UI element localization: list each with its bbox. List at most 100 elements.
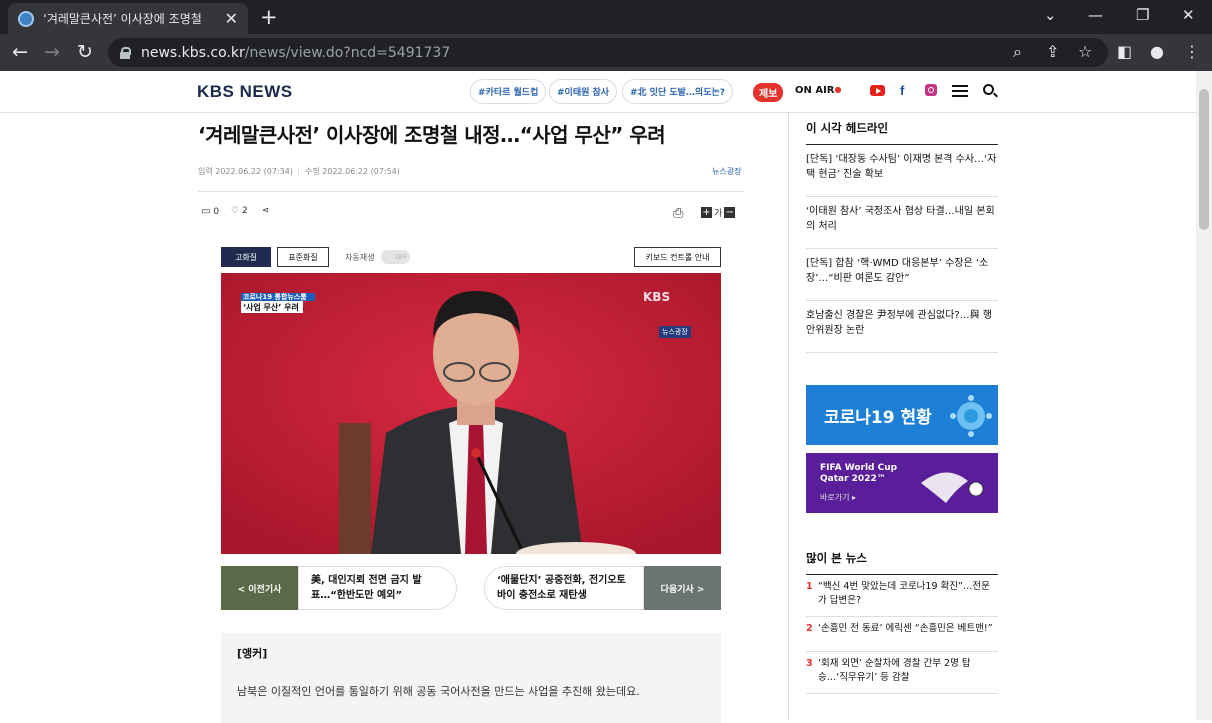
meta-divider: | xyxy=(297,166,300,175)
video-player[interactable]: 코로나19 통합뉴스룸 ‘사업 무산’ 우려 KBS 뉴스광장 xyxy=(221,273,721,554)
share-icon: ⋖ xyxy=(262,206,270,216)
headline-item[interactable]: [단독] 합참 ‘핵·WMD 대응본부’ 수장은 ‘소장’…“비판 여론도 감안… xyxy=(806,249,998,301)
popular-section-title: 많이 본 뉴스 xyxy=(806,550,998,575)
font-size-control: + 가 − xyxy=(701,206,736,219)
forward-icon[interactable]: → xyxy=(44,41,60,63)
like-count: 2 xyxy=(241,206,248,216)
reload-icon[interactable]: ↻ xyxy=(77,41,93,63)
kbs-favicon-icon xyxy=(18,10,34,27)
share-icon[interactable]: ⇪ xyxy=(1046,42,1059,61)
instagram-icon[interactable] xyxy=(925,84,937,96)
youtube-icon[interactable] xyxy=(870,85,885,96)
close-window-icon[interactable]: ✕ xyxy=(1182,6,1195,24)
prev-article-link[interactable]: < 이전기사 美, 대인지뢰 전면 금지 발표…“한반도만 예외” xyxy=(221,566,457,610)
popular-item[interactable]: 1 “백신 4번 맞았는데 코로나19 확진”…전문가 답변은? xyxy=(806,575,998,617)
hamburger-menu-icon[interactable] xyxy=(952,85,968,97)
report-button[interactable]: 제보 xyxy=(753,83,784,102)
prev-thumb: < 이전기사 xyxy=(221,566,298,610)
kbs-news-logo[interactable]: KBS NEWS xyxy=(197,82,293,102)
headline-section-title: 이 시각 헤드라인 xyxy=(806,120,998,145)
headline-section: 이 시각 헤드라인 [단독] ‘대장동 수사팀’ 이재명 본격 수사…‘자택 현… xyxy=(806,120,998,353)
popular-section: 많이 본 뉴스 1 “백신 4번 맞았는데 코로나19 확진”…전문가 답변은?… xyxy=(806,550,998,694)
browser-tab[interactable]: ‘겨레말큰사전’ 이사장에 조명철 ✕ xyxy=(8,3,248,34)
profile-icon[interactable]: ● xyxy=(1150,42,1164,61)
video-caption-main: ‘사업 무산’ 우려 xyxy=(243,303,299,312)
headline-item[interactable]: [단독] ‘대장동 수사팀’ 이재명 본격 수사…‘자택 현금’ 진술 확보 xyxy=(806,145,998,197)
edit-time: 수정 2022.06.22 (07:54) xyxy=(305,167,400,176)
keyboard-guide-button[interactable]: 키보드 컨트롤 안내 xyxy=(634,247,721,267)
video-program-badge: 뉴스광장 xyxy=(659,326,691,338)
virus-icon xyxy=(950,395,992,437)
new-tab-icon[interactable]: + xyxy=(260,5,278,29)
like-button[interactable]: ♡ 2 xyxy=(231,206,248,216)
program-category-link[interactable]: 뉴스광장 xyxy=(712,166,741,177)
prev-article-title: 美, 대인지뢰 전면 금지 발표…“한반도만 예외” xyxy=(298,566,457,610)
next-article-link[interactable]: ‘애물단지’ 공중전화, 전기오토바이 충전소로 재탄생 다음기사 > xyxy=(484,566,721,610)
side-panel-icon[interactable]: ◧ xyxy=(1117,42,1132,61)
input-time: 입력 2022.06.22 (07:34) xyxy=(198,167,293,176)
video-watermark: KBS xyxy=(643,290,671,304)
onair-label: ON AIR xyxy=(795,85,835,96)
more-menu-icon[interactable]: ⋮ xyxy=(1184,42,1200,61)
popular-text: ‘손흥민 전 동료’ 에릭센 “손흥민은 베트맨!” xyxy=(818,623,993,634)
back-icon[interactable]: ← xyxy=(12,41,28,63)
sq-button[interactable]: 표준화질 xyxy=(277,247,329,267)
comment-button[interactable]: ▭ 0 xyxy=(201,206,219,217)
tag-worldcup[interactable]: #카타르 월드컵 xyxy=(470,79,547,104)
url-host: news.kbs.co.kr xyxy=(141,44,245,61)
popular-item[interactable]: 2 ‘손흥민 전 동료’ 에릭센 “손흥민은 베트맨!” xyxy=(806,617,998,652)
hq-button[interactable]: 고화질 xyxy=(221,247,271,267)
meta-divider-line xyxy=(198,191,744,192)
site-header: KBS NEWS #카타르 월드컵 #이태원 참사 #北 잇단 도발…의도는? … xyxy=(0,71,1196,113)
close-tab-icon[interactable]: ✕ xyxy=(225,9,238,28)
share-button[interactable]: ⋖ xyxy=(262,206,270,216)
minimize-icon[interactable]: — xyxy=(1088,6,1103,24)
url-path: /news/view.do?ncd=5491737 xyxy=(244,44,451,61)
headline-item[interactable]: ‘이태원 참사’ 국정조사 협상 타결…내일 본회의 처리 xyxy=(806,197,998,249)
headline-item[interactable]: 호남출신 경찰은 尹정부에 관심없다?…與 행안위원장 논란 xyxy=(806,301,998,353)
bookmark-star-icon[interactable]: ☆ xyxy=(1078,42,1092,61)
popular-rank: 3 xyxy=(806,658,813,669)
fifa-worldcup-banner[interactable]: FIFA World Cup Qatar 2022™ 바로가기 ▸ xyxy=(806,453,998,513)
facebook-icon[interactable]: f xyxy=(900,83,904,98)
popular-item[interactable]: 3 ‘회재 외면’ 순찰차에 경찰 간부 2명 탑승…‘직무유기’ 등 감찰 xyxy=(806,652,998,694)
tab-search-icon[interactable]: ⌄ xyxy=(1044,6,1057,24)
covid-banner-text: 코로나19 현황 xyxy=(824,408,932,428)
browser-tab-bar: ‘겨레말큰사전’ 이사장에 조명철 ✕ + ⌄ — ❐ ✕ xyxy=(0,0,1212,34)
restore-icon[interactable]: ❐ xyxy=(1136,6,1149,24)
popular-text: ‘회재 외면’ 순찰차에 경찰 간부 2명 탑승…‘직무유기’ 등 감찰 xyxy=(818,658,971,683)
zoom-icon[interactable]: ⌕ xyxy=(1013,42,1022,62)
address-bar[interactable]: news.kbs.co.kr/news/view.do?ncd=5491737 xyxy=(108,38,1108,67)
video-caption-top: 코로나19 통합뉴스룸 xyxy=(243,293,307,301)
tag-north-korea[interactable]: #北 잇단 도발…의도는? xyxy=(622,79,733,104)
font-decrease-icon[interactable]: − xyxy=(724,207,736,218)
next-article-title: ‘애물단지’ 공중전화, 전기오토바이 충전소로 재탄생 xyxy=(484,566,644,610)
onair-dot-icon: ● xyxy=(834,85,842,94)
browser-toolbar: ← → ↻ news.kbs.co.kr/news/view.do?ncd=54… xyxy=(0,34,1212,71)
article-title: ‘겨레말큰사전’ 이사장에 조명철 내정…“사업 무산” 우려 xyxy=(198,123,666,147)
article-paragraph: 남북은 이질적인 언어를 통일하기 위해 공동 국어사전을 만드는 사업을 추진… xyxy=(237,685,640,698)
anchor-label: [앵커] xyxy=(237,647,268,660)
print-icon[interactable]: ⎙ xyxy=(673,206,683,221)
la-eeb-mascot-icon xyxy=(921,472,984,503)
autoplay-label: 자동재생 xyxy=(345,252,375,262)
onair-link[interactable]: ON AIR● xyxy=(795,85,842,96)
heart-icon: ♡ xyxy=(231,206,240,216)
autoplay-state: OFF xyxy=(395,253,407,261)
scrollbar-thumb[interactable] xyxy=(1199,89,1209,230)
popular-text: “백신 4번 맞았는데 코로나19 확진”…전문가 답변은? xyxy=(818,581,990,606)
autoplay-toggle[interactable]: OFF xyxy=(381,250,410,264)
popular-rank: 2 xyxy=(806,623,813,634)
lock-icon xyxy=(120,46,131,59)
covid-status-banner[interactable]: 코로나19 현황 xyxy=(806,385,998,445)
sidebar-divider xyxy=(788,113,789,720)
search-icon[interactable] xyxy=(983,84,994,95)
font-increase-icon[interactable]: + xyxy=(701,207,712,218)
article-body: [앵커] 남북은 이질적인 언어를 통일하기 위해 공동 국어사전을 만드는 사… xyxy=(221,633,721,723)
video-frame-illustration xyxy=(221,273,721,554)
fifa-banner-link: 바로가기 ▸ xyxy=(820,493,856,502)
tag-itaewon[interactable]: #이태원 참사 xyxy=(549,79,618,104)
next-thumb: 다음기사 > xyxy=(644,566,721,610)
tab-title: ‘겨레말큰사전’ 이사장에 조명철 xyxy=(43,12,202,26)
fifa-banner-title: FIFA World Cup Qatar 2022™ xyxy=(820,463,898,484)
